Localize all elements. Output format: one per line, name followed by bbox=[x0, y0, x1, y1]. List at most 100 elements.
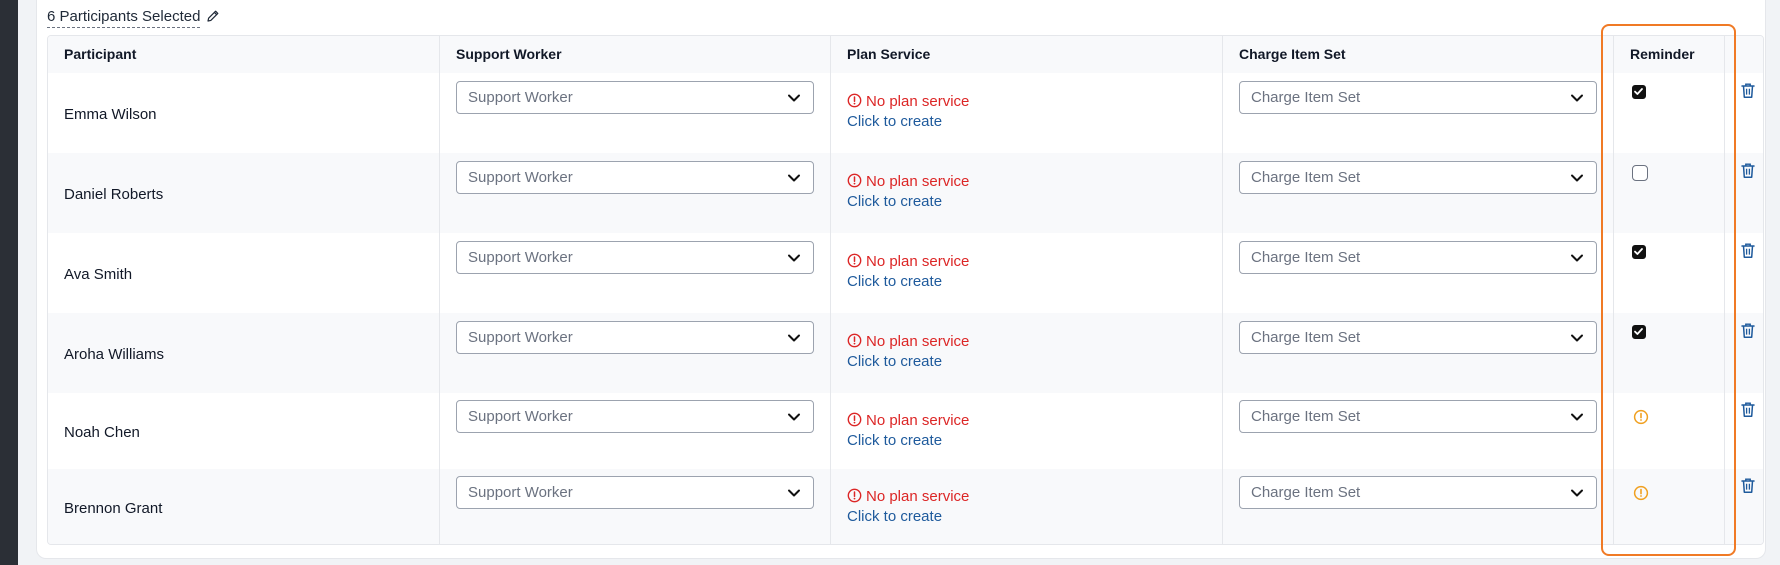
support-worker-placeholder: Support Worker bbox=[468, 169, 573, 186]
support-worker-select[interactable]: Support Worker bbox=[456, 81, 814, 114]
chevron-down-icon bbox=[788, 489, 800, 497]
chevron-down-icon bbox=[1571, 489, 1583, 497]
app-left-rail bbox=[0, 0, 18, 565]
table-row: Ava Smith Support Worker No plan service… bbox=[48, 233, 1763, 313]
create-plan-service-link[interactable]: Click to create bbox=[847, 352, 969, 372]
participant-name: Daniel Roberts bbox=[64, 186, 164, 203]
charge-item-set-select[interactable]: Charge Item Set bbox=[1239, 476, 1597, 509]
plan-service-error-text: No plan service bbox=[866, 333, 970, 350]
plan-service-cell: No plan service Click to create bbox=[847, 252, 969, 292]
table-row: Daniel Roberts Support Worker No plan se… bbox=[48, 153, 1763, 233]
chevron-down-icon bbox=[788, 94, 800, 102]
participants-table: Participant Support Worker Plan Service … bbox=[47, 35, 1764, 545]
chevron-down-icon bbox=[1571, 174, 1583, 182]
create-plan-service-link[interactable]: Click to create bbox=[847, 507, 969, 527]
checkmark-icon bbox=[1634, 328, 1643, 335]
reminder-checkbox[interactable] bbox=[1632, 85, 1646, 99]
plan-service-error-text: No plan service bbox=[866, 412, 970, 429]
chevron-down-icon bbox=[1571, 413, 1583, 421]
charge-item-set-placeholder: Charge Item Set bbox=[1251, 329, 1361, 346]
column-divider bbox=[1724, 36, 1725, 544]
column-divider bbox=[439, 36, 440, 544]
participant-name: Aroha Williams bbox=[64, 346, 165, 363]
chevron-down-icon bbox=[788, 254, 800, 262]
column-header-plan-service: Plan Service bbox=[847, 46, 931, 62]
chevron-down-icon bbox=[1571, 254, 1583, 262]
chevron-down-icon bbox=[1571, 334, 1583, 342]
support-worker-select[interactable]: Support Worker bbox=[456, 321, 814, 354]
plan-service-error: No plan service bbox=[847, 252, 969, 272]
trash-icon[interactable] bbox=[1740, 162, 1756, 179]
support-worker-select[interactable]: Support Worker bbox=[456, 241, 814, 274]
plan-service-error: No plan service bbox=[847, 92, 969, 112]
plan-service-error: No plan service bbox=[847, 411, 969, 431]
participant-name: Ava Smith bbox=[64, 266, 133, 283]
charge-item-set-select[interactable]: Charge Item Set bbox=[1239, 241, 1597, 274]
charge-item-set-select[interactable]: Charge Item Set bbox=[1239, 400, 1597, 433]
trash-icon[interactable] bbox=[1740, 401, 1756, 418]
support-worker-placeholder: Support Worker bbox=[468, 408, 573, 425]
charge-item-set-placeholder: Charge Item Set bbox=[1251, 408, 1361, 425]
pencil-icon[interactable] bbox=[206, 9, 220, 23]
rail-mark bbox=[0, 86, 6, 96]
charge-item-set-select[interactable]: Charge Item Set bbox=[1239, 161, 1597, 194]
create-plan-service-link[interactable]: Click to create bbox=[847, 192, 969, 212]
alert-circle-icon bbox=[847, 173, 862, 188]
plan-service-cell: No plan service Click to create bbox=[847, 172, 969, 212]
chevron-down-icon bbox=[1571, 94, 1583, 102]
trash-icon[interactable] bbox=[1740, 82, 1756, 99]
column-header-reminder: Reminder bbox=[1630, 46, 1695, 62]
trash-icon[interactable] bbox=[1740, 242, 1756, 259]
plan-service-error-text: No plan service bbox=[866, 93, 970, 110]
create-plan-service-link[interactable]: Click to create bbox=[847, 431, 969, 451]
checkmark-icon bbox=[1634, 248, 1643, 255]
support-worker-placeholder: Support Worker bbox=[468, 329, 573, 346]
column-divider bbox=[1613, 36, 1614, 544]
rail-mark bbox=[0, 193, 6, 203]
plan-service-error: No plan service bbox=[847, 332, 969, 352]
create-plan-service-link[interactable]: Click to create bbox=[847, 272, 969, 292]
participant-name: Emma Wilson bbox=[64, 106, 157, 123]
alert-circle-icon bbox=[847, 488, 862, 503]
column-header-charge-item-set: Charge Item Set bbox=[1239, 46, 1346, 62]
alert-circle-icon bbox=[847, 93, 862, 108]
chevron-down-icon bbox=[788, 334, 800, 342]
charge-item-set-placeholder: Charge Item Set bbox=[1251, 484, 1361, 501]
support-worker-placeholder: Support Worker bbox=[468, 484, 573, 501]
alert-circle-icon bbox=[847, 333, 862, 348]
trash-icon[interactable] bbox=[1740, 322, 1756, 339]
participant-name: Brennon Grant bbox=[64, 500, 163, 517]
table-row: Noah Chen Support Worker No plan service… bbox=[48, 393, 1763, 469]
table-row: Aroha Williams Support Worker No plan se… bbox=[48, 313, 1763, 393]
plan-service-error-text: No plan service bbox=[866, 173, 970, 190]
alert-circle-icon bbox=[1633, 409, 1649, 425]
column-header-participant: Participant bbox=[64, 46, 137, 62]
alert-circle-icon bbox=[847, 253, 862, 268]
create-plan-service-link[interactable]: Click to create bbox=[847, 112, 969, 132]
plan-service-cell: No plan service Click to create bbox=[847, 411, 969, 451]
alert-circle-icon bbox=[1633, 485, 1649, 501]
chevron-down-icon bbox=[788, 413, 800, 421]
table-row: Brennon Grant Support Worker No plan ser… bbox=[48, 469, 1763, 544]
charge-item-set-select[interactable]: Charge Item Set bbox=[1239, 81, 1597, 114]
trash-icon[interactable] bbox=[1740, 477, 1756, 494]
plan-service-error: No plan service bbox=[847, 487, 969, 507]
charge-item-set-select[interactable]: Charge Item Set bbox=[1239, 321, 1597, 354]
table-header-row: Participant Support Worker Plan Service … bbox=[48, 36, 1763, 73]
reminder-checkbox[interactable] bbox=[1632, 325, 1646, 339]
column-divider bbox=[1222, 36, 1223, 544]
reminder-checkbox[interactable] bbox=[1632, 165, 1648, 181]
reminder-checkbox[interactable] bbox=[1632, 245, 1646, 259]
support-worker-select[interactable]: Support Worker bbox=[456, 400, 814, 433]
plan-service-cell: No plan service Click to create bbox=[847, 92, 969, 132]
checkmark-icon bbox=[1634, 88, 1643, 95]
support-worker-select[interactable]: Support Worker bbox=[456, 476, 814, 509]
charge-item-set-placeholder: Charge Item Set bbox=[1251, 89, 1361, 106]
plan-service-cell: No plan service Click to create bbox=[847, 332, 969, 372]
plan-service-error: No plan service bbox=[847, 172, 969, 192]
alert-circle-icon bbox=[847, 412, 862, 427]
support-worker-select[interactable]: Support Worker bbox=[456, 161, 814, 194]
support-worker-placeholder: Support Worker bbox=[468, 249, 573, 266]
participants-selected-label[interactable]: 6 Participants Selected bbox=[47, 7, 201, 28]
plan-service-cell: No plan service Click to create bbox=[847, 487, 969, 527]
